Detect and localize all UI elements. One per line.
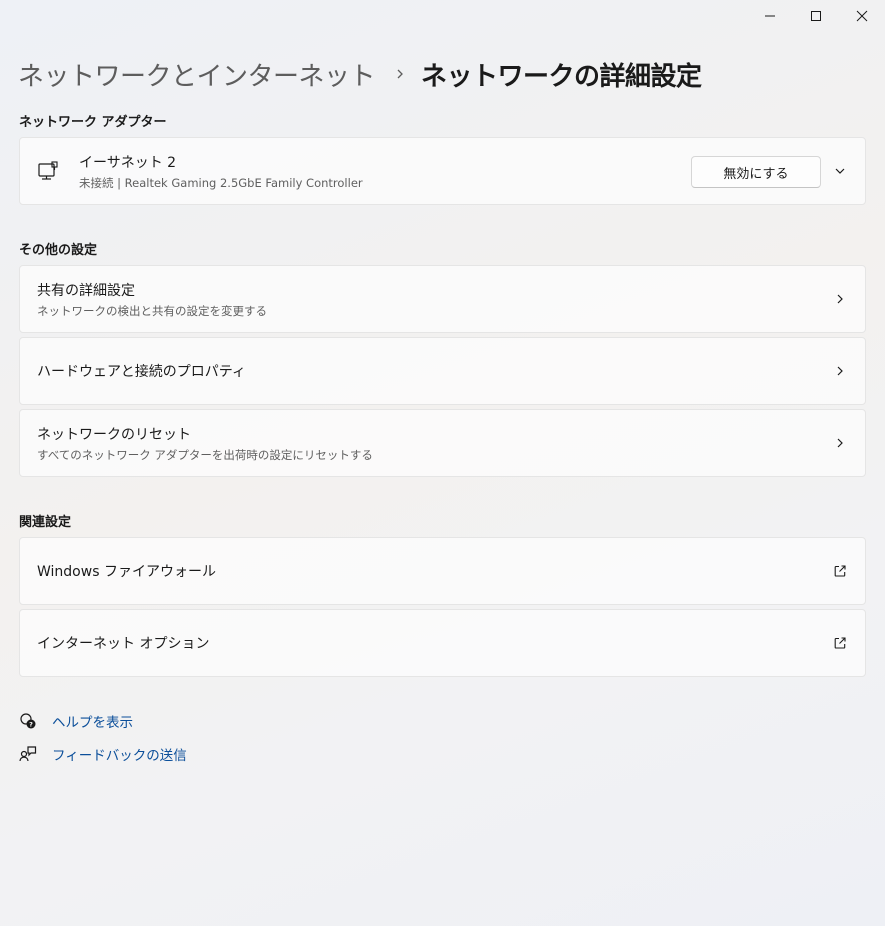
close-icon <box>856 10 868 22</box>
maximize-icon <box>811 11 821 21</box>
adapter-card[interactable]: イーサネット 2 未接続 | Realtek Gaming 2.5GbE Fam… <box>19 137 866 205</box>
chevron-right-icon <box>832 363 848 379</box>
adapter-status: 未接続 | Realtek Gaming 2.5GbE Family Contr… <box>79 175 363 190</box>
ethernet-icon <box>37 159 61 183</box>
section-title-related-settings: 関連設定 <box>19 515 72 530</box>
help-icon: ? <box>19 712 37 730</box>
network-reset-item[interactable]: ネットワークのリセット すべてのネットワーク アダプターを出荷時の設定にリセット… <box>19 409 866 477</box>
chevron-right-icon <box>393 67 407 81</box>
advanced-sharing-settings-item[interactable]: 共有の詳細設定 ネットワークの検出と共有の設定を変更する <box>19 265 866 333</box>
page-title: ネットワークの詳細設定 <box>421 61 702 92</box>
item-title: ハードウェアと接続のプロパティ <box>37 364 246 380</box>
feedback-link-row[interactable]: フィードバックの送信 <box>19 744 187 764</box>
help-link-row[interactable]: ? ヘルプを表示 <box>19 711 133 731</box>
item-subtitle: ネットワークの検出と共有の設定を変更する <box>37 303 267 318</box>
breadcrumb: ネットワークとインターネット ネットワークの詳細設定 <box>18 54 702 94</box>
disable-adapter-button[interactable]: 無効にする <box>691 156 821 188</box>
feedback-icon <box>19 745 37 763</box>
section-title-more-settings: その他の設定 <box>19 243 98 258</box>
chevron-right-icon <box>832 291 848 307</box>
minimize-button[interactable] <box>747 0 793 32</box>
windows-firewall-link[interactable]: Windows ファイアウォール <box>19 537 866 605</box>
item-title: インターネット オプション <box>37 636 210 652</box>
chevron-down-icon[interactable] <box>832 163 848 179</box>
chevron-right-icon <box>832 435 848 451</box>
external-link-icon <box>832 563 848 579</box>
feedback-link[interactable]: フィードバックの送信 <box>52 744 187 764</box>
item-title: 共有の詳細設定 <box>37 282 135 299</box>
svg-text:?: ? <box>29 721 33 729</box>
maximize-button[interactable] <box>793 0 839 32</box>
window-controls <box>747 0 885 32</box>
close-button[interactable] <box>839 0 885 32</box>
item-title: Windows ファイアウォール <box>37 564 216 580</box>
help-link[interactable]: ヘルプを表示 <box>52 711 133 731</box>
minimize-icon <box>765 15 775 17</box>
internet-options-link[interactable]: インターネット オプション <box>19 609 866 677</box>
item-title: ネットワークのリセット <box>37 426 191 443</box>
adapter-name: イーサネット 2 <box>79 154 177 171</box>
external-link-icon <box>832 635 848 651</box>
item-subtitle: すべてのネットワーク アダプターを出荷時の設定にリセットする <box>37 447 373 462</box>
section-title-adapters: ネットワーク アダプター <box>19 115 167 130</box>
breadcrumb-parent-link[interactable]: ネットワークとインターネット <box>18 56 376 93</box>
hardware-connection-properties-item[interactable]: ハードウェアと接続のプロパティ <box>19 337 866 405</box>
